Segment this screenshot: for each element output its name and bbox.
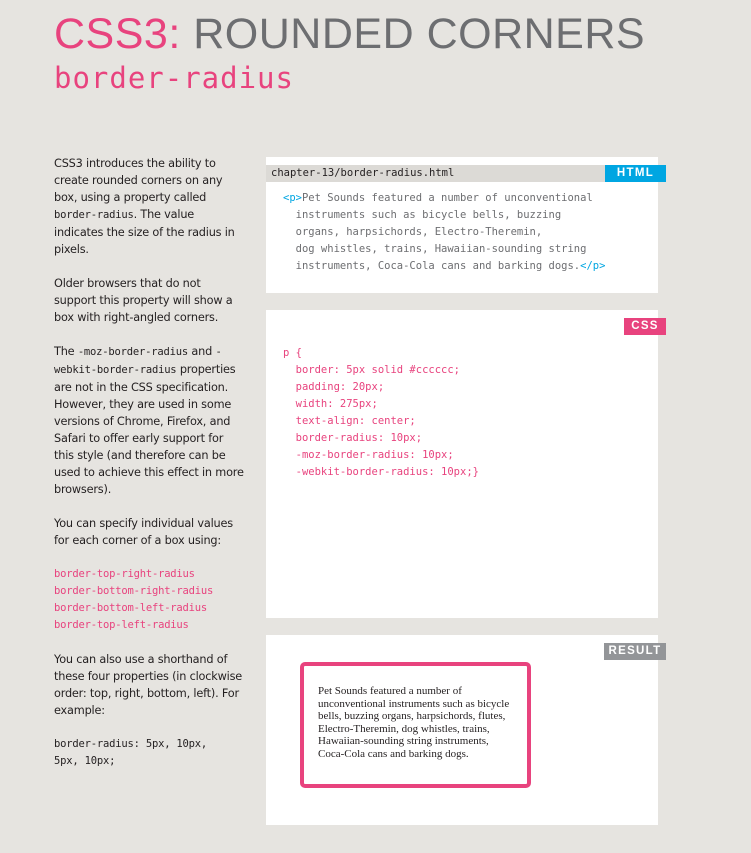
html-code-panel: chapter-13/border-radius.html HTML <p>Pe… bbox=[266, 157, 666, 293]
shorthand-example: border-radius: 5px, 10px, 5px, 10px; bbox=[54, 736, 244, 770]
page-subtitle: border-radius bbox=[54, 61, 294, 95]
result-tag-badge: RESULT bbox=[604, 643, 666, 660]
example-line: border-radius: 5px, 10px, bbox=[54, 738, 208, 750]
corner-property: border-bottom-right-radius bbox=[54, 585, 214, 597]
css-tag-badge: CSS bbox=[624, 318, 666, 335]
corner-properties-list: border-top-right-radius border-bottom-ri… bbox=[54, 566, 244, 634]
close-tag: </p> bbox=[580, 260, 606, 272]
sidebar-text: CSS3 introduces the ability to create ro… bbox=[54, 155, 244, 787]
corner-property: border-top-right-radius bbox=[54, 568, 195, 580]
page-title: CSS3: ROUNDED CORNERS bbox=[54, 8, 645, 60]
paragraph-individual: You can specify individual values for ea… bbox=[54, 517, 233, 547]
example-line: 5px, 10px; bbox=[54, 755, 116, 767]
inline-code: border-radius bbox=[54, 209, 134, 221]
result-panel: RESULT Pet Sounds featured a number of u… bbox=[266, 635, 666, 825]
paragraph-shorthand: You can also use a shorthand of these fo… bbox=[54, 653, 243, 717]
inline-code: -moz-border-radius bbox=[77, 346, 189, 358]
file-path: chapter-13/border-radius.html bbox=[266, 165, 605, 182]
open-tag: <p> bbox=[283, 192, 302, 204]
result-text: Pet Sounds featured a number of unconven… bbox=[318, 685, 510, 760]
css-code-panel: CSS p { border: 5px solid #cccccc; paddi… bbox=[266, 310, 666, 618]
html-tag-badge: HTML bbox=[605, 165, 666, 182]
paragraph-intro: CSS3 introduces the ability to create ro… bbox=[54, 157, 235, 256]
title-prefix: CSS3: bbox=[54, 10, 181, 58]
rounded-result-box: Pet Sounds featured a number of unconven… bbox=[300, 662, 531, 788]
corner-property: border-top-left-radius bbox=[54, 619, 189, 631]
title-text: ROUNDED CORNERS bbox=[193, 10, 646, 58]
corner-property: border-bottom-left-radius bbox=[54, 602, 208, 614]
css-code: p { border: 5px solid #cccccc; padding: … bbox=[283, 347, 479, 478]
paragraph-older-browsers: Older browsers that do not support this … bbox=[54, 277, 233, 324]
html-code: <p>Pet Sounds featured a number of uncon… bbox=[283, 192, 606, 272]
paragraph-vendor-prefixes: The -moz-border-radius and -webkit-borde… bbox=[54, 345, 244, 496]
